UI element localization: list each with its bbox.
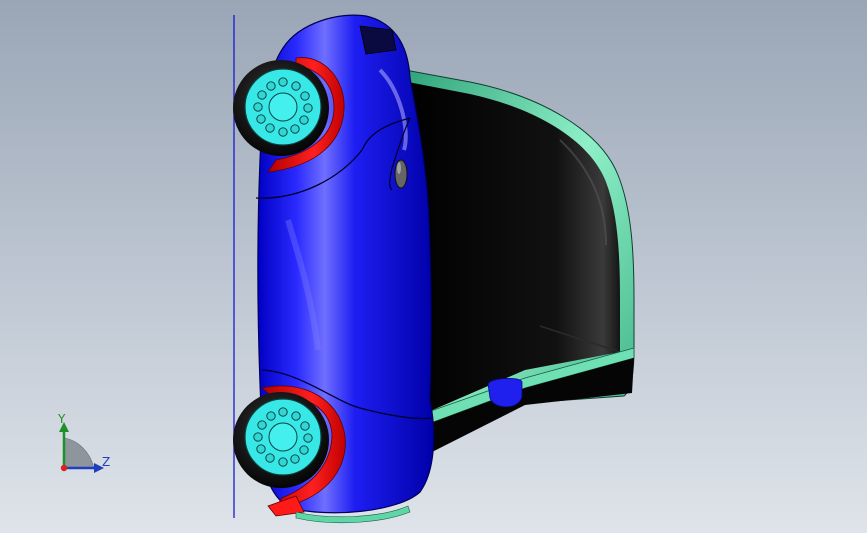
z-axis-label: Z	[102, 455, 111, 469]
shell-bottom-knob	[487, 378, 523, 408]
graphics-viewport[interactable]: Y Z	[0, 0, 867, 533]
y-axis-label: Y	[58, 412, 66, 426]
roof-vent	[359, 25, 397, 55]
triad-origin-icon	[60, 464, 68, 472]
rear-hub	[268, 422, 298, 452]
triad-plane-icon	[63, 437, 95, 469]
door-handle-shine	[397, 162, 401, 174]
rear-shell[interactable]	[404, 69, 635, 452]
coordinate-triad: Y Z	[44, 410, 134, 490]
door-handle[interactable]	[394, 159, 408, 189]
front-hub	[268, 92, 298, 122]
